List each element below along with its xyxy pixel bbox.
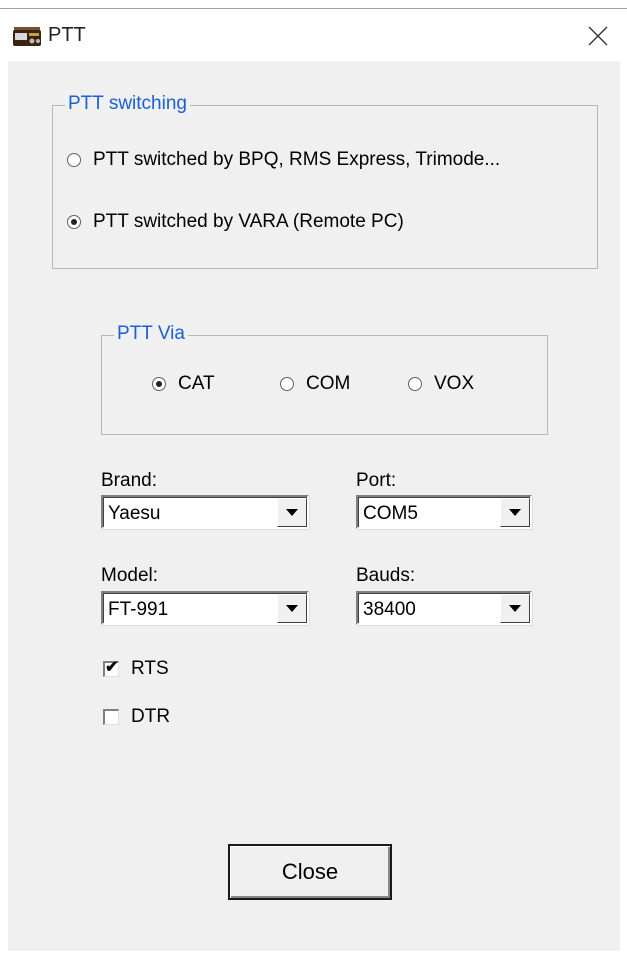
ptt-window: PTT PTT switching PTT switched by BPQ, R… — [0, 8, 627, 954]
close-button[interactable]: Close — [228, 844, 392, 900]
title-bar: PTT — [0, 9, 627, 61]
rts-checkbox[interactable]: ✔ — [103, 659, 119, 677]
brand-value: Yaesu — [108, 503, 161, 524]
window-title: PTT — [48, 24, 86, 46]
radio-app-icon — [13, 27, 41, 46]
port-select[interactable]: COM5 — [356, 495, 532, 529]
rts-label: RTS — [131, 658, 169, 679]
bauds-label: Bauds: — [356, 565, 416, 586]
radio-label: PTT switched by BPQ, RMS Express, Trimod… — [93, 149, 501, 170]
close-icon[interactable] — [581, 19, 615, 53]
radio-button[interactable] — [280, 377, 294, 391]
radio-button[interactable] — [152, 377, 166, 391]
chevron-down-icon[interactable] — [500, 594, 530, 623]
ptt-via-legend: PTT Via — [114, 322, 188, 346]
brand-label: Brand: — [101, 470, 157, 491]
model-select[interactable]: FT-991 — [101, 591, 309, 625]
bauds-select[interactable]: 38400 — [356, 591, 532, 625]
dtr-checkbox[interactable] — [103, 709, 119, 725]
dtr-label: DTR — [131, 706, 171, 727]
radio-switched-by-vara[interactable]: PTT switched by VARA (Remote PC) — [67, 210, 404, 234]
ptt-switching-group: PTT switching PTT switched by BPQ, RMS E… — [52, 92, 598, 269]
radio-switched-by-bpq[interactable]: PTT switched by BPQ, RMS Express, Trimod… — [67, 148, 500, 172]
port-label: Port: — [356, 470, 397, 491]
model-value: FT-991 — [108, 599, 169, 620]
radio-button[interactable] — [408, 377, 422, 391]
rts-checkbox-row[interactable]: ✔ RTS — [103, 657, 169, 681]
dialog-client-area: PTT switching PTT switched by BPQ, RMS E… — [8, 61, 620, 951]
ptt-via-group: PTT Via CAT COM VOX — [101, 322, 548, 435]
radio-button[interactable] — [67, 215, 81, 229]
chevron-down-icon[interactable] — [277, 498, 307, 527]
port-value: COM5 — [363, 503, 418, 524]
model-label: Model: — [101, 565, 159, 586]
chevron-down-icon[interactable] — [500, 498, 530, 527]
radio-button[interactable] — [67, 153, 81, 167]
radio-com[interactable]: COM — [280, 372, 350, 396]
check-mark-icon: ✔ — [105, 659, 119, 676]
radio-label: CAT — [178, 373, 215, 394]
radio-label: VOX — [434, 373, 475, 394]
bauds-value: 38400 — [363, 599, 416, 620]
radio-cat[interactable]: CAT — [152, 372, 215, 396]
dtr-checkbox-row[interactable]: DTR — [103, 705, 170, 729]
brand-select[interactable]: Yaesu — [101, 495, 309, 529]
chevron-down-icon[interactable] — [277, 594, 307, 623]
radio-label: PTT switched by VARA (Remote PC) — [93, 211, 404, 232]
ptt-switching-legend: PTT switching — [65, 92, 190, 116]
radio-label: COM — [306, 373, 351, 394]
radio-vox[interactable]: VOX — [408, 372, 474, 396]
